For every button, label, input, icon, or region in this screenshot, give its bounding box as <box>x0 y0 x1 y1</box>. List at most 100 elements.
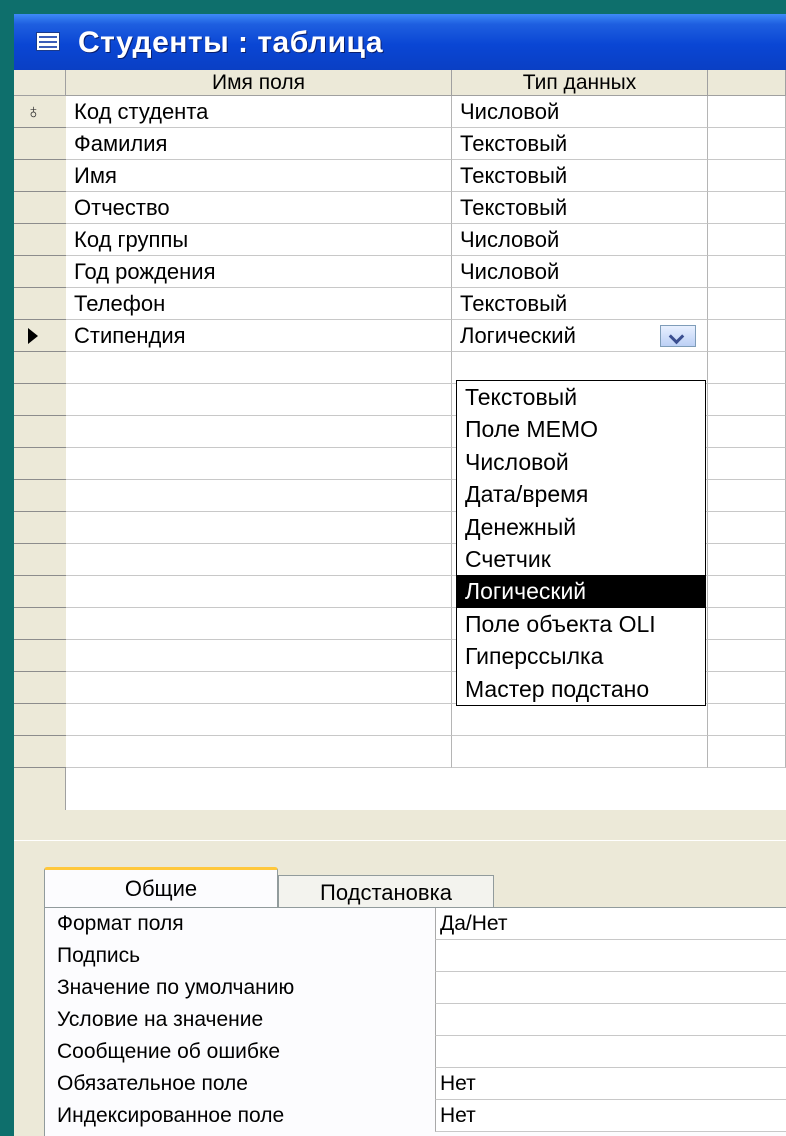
description-cell[interactable] <box>708 640 786 672</box>
data-type-cell[interactable] <box>452 704 708 736</box>
description-cell[interactable] <box>708 512 786 544</box>
description-cell[interactable] <box>708 224 786 256</box>
field-name-cell[interactable] <box>66 416 452 448</box>
row-selector[interactable] <box>14 128 66 160</box>
data-type-cell[interactable] <box>452 736 708 768</box>
tab-lookup[interactable]: Подстановка <box>278 875 494 909</box>
property-value-field[interactable] <box>435 940 786 972</box>
dropdown-option[interactable]: Гиперссылка <box>457 640 705 672</box>
dropdown-option[interactable]: Денежный <box>457 511 705 543</box>
dropdown-option[interactable]: Поле объекта OLI <box>457 608 705 640</box>
title-bar[interactable]: Студенты : таблица <box>14 14 786 70</box>
table-row[interactable]: Код группы Числовой <box>14 224 786 256</box>
dropdown-option[interactable]: Числовой <box>457 446 705 478</box>
row-selector[interactable] <box>14 352 66 384</box>
property-value-field[interactable] <box>435 972 786 1004</box>
description-cell[interactable] <box>708 608 786 640</box>
description-cell[interactable] <box>708 288 786 320</box>
row-selector[interactable] <box>14 288 66 320</box>
field-name-cell[interactable]: Стипендия <box>66 320 452 352</box>
field-name-cell[interactable] <box>66 352 452 384</box>
description-cell[interactable] <box>708 320 786 352</box>
property-value-field[interactable]: Нет <box>435 1100 786 1132</box>
description-cell[interactable] <box>708 160 786 192</box>
data-type-cell[interactable]: Текстовый <box>452 128 708 160</box>
table-row[interactable]: Имя Текстовый <box>14 160 786 192</box>
table-row[interactable]: Фамилия Текстовый <box>14 128 786 160</box>
description-cell[interactable] <box>708 448 786 480</box>
description-cell[interactable] <box>708 704 786 736</box>
row-selector[interactable] <box>14 640 66 672</box>
table-row[interactable]: Отчество Текстовый <box>14 192 786 224</box>
field-name-cell[interactable] <box>66 512 452 544</box>
dropdown-option[interactable]: Мастер подстано <box>457 673 705 705</box>
field-name-cell[interactable] <box>66 480 452 512</box>
row-selector[interactable] <box>14 512 66 544</box>
table-row[interactable]: Телефон Текстовый <box>14 288 786 320</box>
description-cell[interactable] <box>708 576 786 608</box>
dropdown-option[interactable]: Поле МЕМО <box>457 413 705 445</box>
row-selector[interactable] <box>14 384 66 416</box>
data-type-cell[interactable]: Текстовый <box>452 288 708 320</box>
data-type-cell[interactable]: Числовой <box>452 256 708 288</box>
row-selector[interactable] <box>14 544 66 576</box>
field-name-cell[interactable]: Телефон <box>66 288 452 320</box>
field-name-cell[interactable]: Имя <box>66 160 452 192</box>
field-name-cell[interactable] <box>66 736 452 768</box>
field-name-cell[interactable]: Отчество <box>66 192 452 224</box>
column-header-field-name[interactable]: Имя поля <box>66 70 452 96</box>
table-row[interactable]: Стипендия Логический <box>14 320 786 352</box>
chevron-down-icon[interactable] <box>660 325 696 347</box>
field-name-cell[interactable] <box>66 576 452 608</box>
property-value-field[interactable]: Нет <box>435 1068 786 1100</box>
tab-general[interactable]: Общие <box>44 867 278 907</box>
dropdown-option[interactable]: Счетчик <box>457 543 705 575</box>
description-cell[interactable] <box>708 128 786 160</box>
description-cell[interactable] <box>708 416 786 448</box>
table-row[interactable]: Год рождения Числовой <box>14 256 786 288</box>
column-header-description[interactable] <box>708 70 786 96</box>
row-selector[interactable] <box>14 192 66 224</box>
row-selector[interactable] <box>14 576 66 608</box>
row-selector[interactable] <box>14 416 66 448</box>
field-name-cell[interactable]: Фамилия <box>66 128 452 160</box>
table-row[interactable] <box>14 704 786 736</box>
row-selector[interactable] <box>14 320 66 352</box>
data-type-cell[interactable]: Числовой <box>452 224 708 256</box>
description-cell[interactable] <box>708 384 786 416</box>
row-selector[interactable] <box>14 448 66 480</box>
dropdown-option[interactable]: Логический <box>457 575 705 608</box>
data-type-cell[interactable]: Текстовый <box>452 192 708 224</box>
description-cell[interactable] <box>708 672 786 704</box>
description-cell[interactable] <box>708 192 786 224</box>
description-cell[interactable] <box>708 480 786 512</box>
row-selector[interactable] <box>14 224 66 256</box>
field-name-cell[interactable] <box>66 544 452 576</box>
row-selector[interactable] <box>14 608 66 640</box>
table-row[interactable]: ♀ Код студента Числовой <box>14 96 786 128</box>
field-name-cell[interactable] <box>66 672 452 704</box>
description-cell[interactable] <box>708 256 786 288</box>
description-cell[interactable] <box>708 736 786 768</box>
field-name-cell[interactable] <box>66 640 452 672</box>
column-header-data-type[interactable]: Тип данных <box>452 70 708 96</box>
row-selector[interactable]: ♀ <box>14 96 66 128</box>
row-selector[interactable] <box>14 256 66 288</box>
row-selector[interactable] <box>14 672 66 704</box>
data-type-cell[interactable]: Числовой <box>452 96 708 128</box>
dropdown-option[interactable]: Текстовый <box>457 381 705 413</box>
property-value-field[interactable]: Да/Нет <box>435 908 786 940</box>
field-name-cell[interactable] <box>66 704 452 736</box>
description-cell[interactable] <box>708 352 786 384</box>
property-value-field[interactable] <box>435 1036 786 1068</box>
table-row[interactable] <box>14 736 786 768</box>
row-selector[interactable] <box>14 160 66 192</box>
row-selector[interactable] <box>14 704 66 736</box>
description-cell[interactable] <box>708 96 786 128</box>
data-type-dropdown-list[interactable]: Текстовый Поле МЕМО Числовой Дата/время Дене… <box>456 380 706 706</box>
description-cell[interactable] <box>708 544 786 576</box>
dropdown-option[interactable]: Дата/время <box>457 478 705 510</box>
field-name-cell[interactable]: Код студента <box>66 96 452 128</box>
field-name-cell[interactable] <box>66 448 452 480</box>
field-name-cell[interactable]: Год рождения <box>66 256 452 288</box>
